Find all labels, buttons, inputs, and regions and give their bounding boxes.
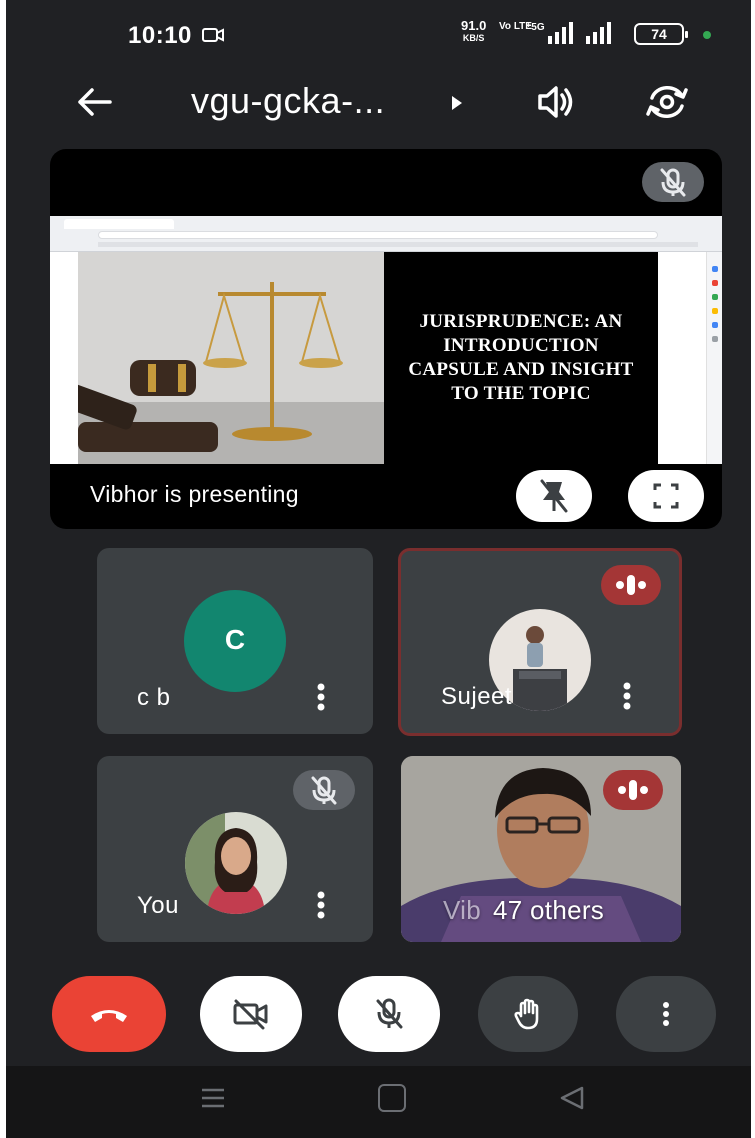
participant-tile-active-speaker[interactable]: Sujeet [398,548,682,736]
battery-indicator: 74 [634,23,688,45]
mic-off-icon [660,168,686,197]
audio-level-icon [616,575,646,595]
raise-hand-icon [514,998,539,1030]
nav-back-icon[interactable] [558,1084,586,1112]
scales-of-justice-image [78,252,384,464]
end-call-button[interactable] [52,976,166,1052]
muted-indicator [293,770,355,810]
more-vert-icon[interactable] [619,681,635,711]
camera-toggle-button[interactable] [200,976,302,1052]
more-vert-icon[interactable] [313,682,329,712]
speaker-icon[interactable] [534,80,578,124]
browser-side-panel [706,252,722,464]
mic-off-icon [376,998,403,1029]
slide-title: JURISPRUDENCE: AN INTRODUCTION CAPSULE A… [408,311,634,404]
participant-tile-self[interactable]: You [97,756,373,942]
others-count-label: 47 others [493,895,605,925]
participant-tile-overflow[interactable]: Vib 47 others [401,756,681,942]
audio-level-icon [618,780,648,800]
participant-name: You [137,892,179,919]
more-vert-icon [663,1002,669,1026]
recent-apps-icon[interactable] [200,1086,226,1110]
signal-5g-icon: ⁺5G [526,22,573,44]
screen-record-icon [202,28,224,42]
system-nav-bar [6,1066,751,1138]
shared-screen: JURISPRUDENCE: AN INTRODUCTION CAPSULE A… [50,216,722,464]
more-vert-icon[interactable] [313,890,329,920]
meet-screen: 10:10 91.0 KB/S Vo LTE ⁺5G 74 vgu-gcka-.… [6,0,751,1138]
camera-off-icon [233,999,268,1030]
participant-name: c b [137,684,171,711]
fullscreen-icon [653,483,679,509]
raise-hand-button[interactable] [478,976,578,1052]
clock: 10:10 [128,22,192,49]
more-options-button[interactable] [616,976,716,1052]
status-dot [703,31,711,39]
participant-tile[interactable]: C c b [97,548,373,734]
status-bar: 10:10 91.0 KB/S Vo LTE ⁺5G 74 [6,0,751,70]
switch-camera-icon[interactable] [642,80,692,124]
mic-toggle-button[interactable] [338,976,440,1052]
presenter-label: Vibhor is presenting [90,481,299,507]
participant-name: Vib [443,895,482,925]
presentation-tile[interactable]: JURISPRUDENCE: AN INTRODUCTION CAPSULE A… [50,149,722,529]
svg-text:⁺5G: ⁺5G [526,22,545,33]
speaking-indicator [601,565,661,605]
avatar [185,812,287,914]
avatar: C [184,590,286,692]
unpin-button[interactable] [516,470,592,522]
participant-name: Sujeet [441,683,513,710]
fullscreen-button[interactable] [628,470,704,522]
presentation-mute-indicator [642,162,704,202]
meeting-details-caret-icon[interactable] [452,96,462,110]
signal-bars-icon [586,22,611,44]
speaking-indicator [603,770,663,810]
mic-off-icon [311,776,337,805]
home-icon[interactable] [378,1084,406,1112]
end-call-icon [91,1010,127,1022]
meeting-title[interactable]: vgu-gcka-... [191,80,385,122]
unpin-icon [540,479,568,513]
slide-title-panel: JURISPRUDENCE: AN INTRODUCTION CAPSULE A… [384,252,658,464]
back-arrow-icon[interactable] [74,82,114,122]
network-speed: 91.0 KB/S [461,18,487,43]
browser-toolbar [50,216,722,252]
